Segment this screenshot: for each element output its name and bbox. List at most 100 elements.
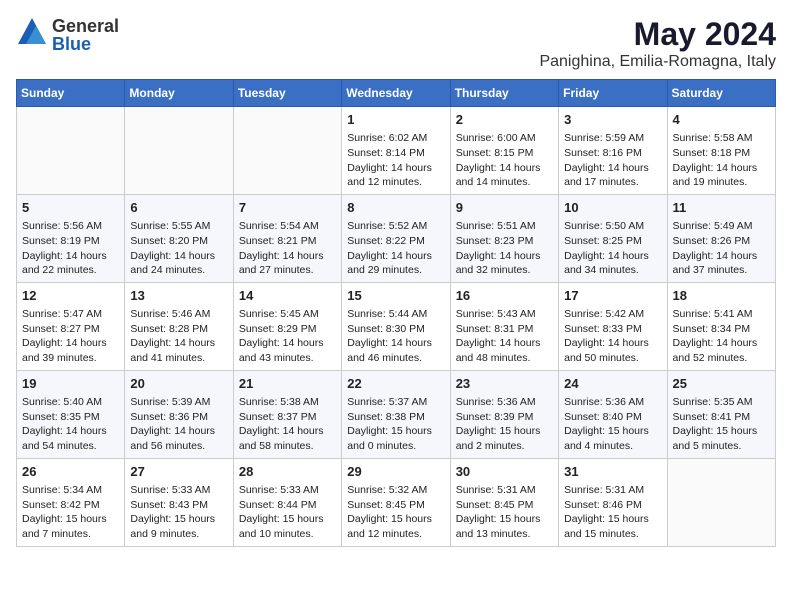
day-number: 10 — [564, 199, 661, 217]
day-number: 3 — [564, 111, 661, 129]
day-info: Sunrise: 5:37 AM — [347, 395, 444, 410]
day-number: 13 — [130, 287, 227, 305]
day-info: Sunset: 8:35 PM — [22, 410, 119, 425]
day-info: Sunset: 8:20 PM — [130, 234, 227, 249]
day-info: Daylight: 14 hours — [22, 336, 119, 351]
day-info: and 39 minutes. — [22, 351, 119, 366]
calendar-cell: 19Sunrise: 5:40 AMSunset: 8:35 PMDayligh… — [17, 370, 125, 458]
calendar-cell: 3Sunrise: 5:59 AMSunset: 8:16 PMDaylight… — [559, 107, 667, 195]
weekday-header-saturday: Saturday — [667, 80, 775, 107]
day-info: Daylight: 15 hours — [22, 512, 119, 527]
day-number: 28 — [239, 463, 336, 481]
day-info: Sunset: 8:27 PM — [22, 322, 119, 337]
calendar-cell: 4Sunrise: 5:58 AMSunset: 8:18 PMDaylight… — [667, 107, 775, 195]
day-info: Daylight: 14 hours — [130, 336, 227, 351]
day-number: 4 — [673, 111, 770, 129]
day-info: Daylight: 15 hours — [673, 424, 770, 439]
weekday-header-wednesday: Wednesday — [342, 80, 450, 107]
logo-icon — [16, 16, 48, 53]
day-info: Sunset: 8:39 PM — [456, 410, 553, 425]
calendar-cell: 30Sunrise: 5:31 AMSunset: 8:45 PMDayligh… — [450, 458, 558, 546]
day-info: Sunset: 8:21 PM — [239, 234, 336, 249]
day-info: Sunrise: 5:45 AM — [239, 307, 336, 322]
day-info: Sunrise: 5:59 AM — [564, 131, 661, 146]
day-info: Sunset: 8:16 PM — [564, 146, 661, 161]
day-number: 23 — [456, 375, 553, 393]
day-number: 7 — [239, 199, 336, 217]
weekday-header-friday: Friday — [559, 80, 667, 107]
day-number: 16 — [456, 287, 553, 305]
day-info: Sunset: 8:38 PM — [347, 410, 444, 425]
day-number: 14 — [239, 287, 336, 305]
calendar-cell — [125, 107, 233, 195]
calendar-cell: 5Sunrise: 5:56 AMSunset: 8:19 PMDaylight… — [17, 194, 125, 282]
day-info: Sunset: 8:40 PM — [564, 410, 661, 425]
day-info: Daylight: 14 hours — [22, 249, 119, 264]
day-number: 8 — [347, 199, 444, 217]
calendar-cell: 24Sunrise: 5:36 AMSunset: 8:40 PMDayligh… — [559, 370, 667, 458]
day-info: Sunset: 8:30 PM — [347, 322, 444, 337]
day-info: Sunrise: 5:56 AM — [22, 219, 119, 234]
calendar-cell: 16 Sunrise: 5:43 AMSunset: 8:31 PMDayligh… — [450, 282, 558, 370]
day-number: 24 — [564, 375, 661, 393]
day-info: Daylight: 14 hours — [22, 424, 119, 439]
day-number: 11 — [673, 199, 770, 217]
day-info: Sunset: 8:31 PM — [456, 322, 553, 337]
day-info: Daylight: 14 hours — [456, 249, 553, 264]
calendar-cell: 17Sunrise: 5:42 AMSunset: 8:33 PMDayligh… — [559, 282, 667, 370]
day-info: Sunrise: 5:46 AM — [130, 307, 227, 322]
day-number: 9 — [456, 199, 553, 217]
day-info: and 27 minutes. — [239, 263, 336, 278]
day-info: and 54 minutes. — [22, 439, 119, 454]
day-info: Daylight: 15 hours — [347, 512, 444, 527]
calendar-cell — [667, 458, 775, 546]
day-info: Daylight: 14 hours — [456, 336, 553, 351]
day-info: Sunrise: 6:00 AM — [456, 131, 553, 146]
day-info: Sunset: 8:29 PM — [239, 322, 336, 337]
day-info: Sunset: 8:36 PM — [130, 410, 227, 425]
day-info: Sunrise: 5:33 AM — [130, 483, 227, 498]
day-info: Sunset: 8:25 PM — [564, 234, 661, 249]
page-header: General Blue May 2024 Panighina, Emilia-… — [16, 16, 776, 71]
day-info: Sunrise: 5:34 AM — [22, 483, 119, 498]
day-info: and 50 minutes. — [564, 351, 661, 366]
day-info: Sunrise: 5:31 AM — [564, 483, 661, 498]
day-info: and 7 minutes. — [22, 527, 119, 542]
calendar-cell: 6Sunrise: 5:55 AMSunset: 8:20 PMDaylight… — [125, 194, 233, 282]
day-info: and 5 minutes. — [673, 439, 770, 454]
day-info: Sunrise: 5:31 AM — [456, 483, 553, 498]
day-number: 12 — [22, 287, 119, 305]
calendar-cell: 13Sunrise: 5:46 AMSunset: 8:28 PMDayligh… — [125, 282, 233, 370]
day-info: Sunset: 8:37 PM — [239, 410, 336, 425]
calendar-cell: 28Sunrise: 5:33 AMSunset: 8:44 PMDayligh… — [233, 458, 341, 546]
day-info: Sunset: 8:23 PM — [456, 234, 553, 249]
day-info: Daylight: 15 hours — [564, 424, 661, 439]
weekday-header-sunday: Sunday — [17, 80, 125, 107]
day-info: Sunset: 8:22 PM — [347, 234, 444, 249]
day-info: Sunrise: 5:52 AM — [347, 219, 444, 234]
calendar-cell: 23Sunrise: 5:36 AMSunset: 8:39 PMDayligh… — [450, 370, 558, 458]
weekday-header-tuesday: Tuesday — [233, 80, 341, 107]
day-info: Daylight: 14 hours — [239, 336, 336, 351]
day-info: Sunset: 8:15 PM — [456, 146, 553, 161]
day-info: Daylight: 14 hours — [347, 249, 444, 264]
calendar-cell: 20Sunrise: 5:39 AMSunset: 8:36 PMDayligh… — [125, 370, 233, 458]
day-info: Sunrise: 5:49 AM — [673, 219, 770, 234]
day-number: 2 — [456, 111, 553, 129]
location: Panighina, Emilia-Romagna, Italy — [539, 53, 776, 71]
day-info: and 19 minutes. — [673, 175, 770, 190]
calendar-cell: 26Sunrise: 5:34 AMSunset: 8:42 PMDayligh… — [17, 458, 125, 546]
day-info: Sunset: 8:26 PM — [673, 234, 770, 249]
day-info: Sunset: 8:33 PM — [564, 322, 661, 337]
day-info: Sunrise: 5:43 AM — [456, 307, 553, 322]
day-info: Sunset: 8:18 PM — [673, 146, 770, 161]
calendar-cell: 1Sunrise: 6:02 AMSunset: 8:14 PMDaylight… — [342, 107, 450, 195]
logo: General Blue — [16, 16, 119, 53]
day-number: 15 — [347, 287, 444, 305]
calendar-cell: 8 Sunrise: 5:52 AMSunset: 8:22 PMDaylight… — [342, 194, 450, 282]
day-info: Daylight: 15 hours — [239, 512, 336, 527]
day-info: and 58 minutes. — [239, 439, 336, 454]
day-number: 29 — [347, 463, 444, 481]
day-info: Sunrise: 5:33 AM — [239, 483, 336, 498]
day-info: and 22 minutes. — [22, 263, 119, 278]
